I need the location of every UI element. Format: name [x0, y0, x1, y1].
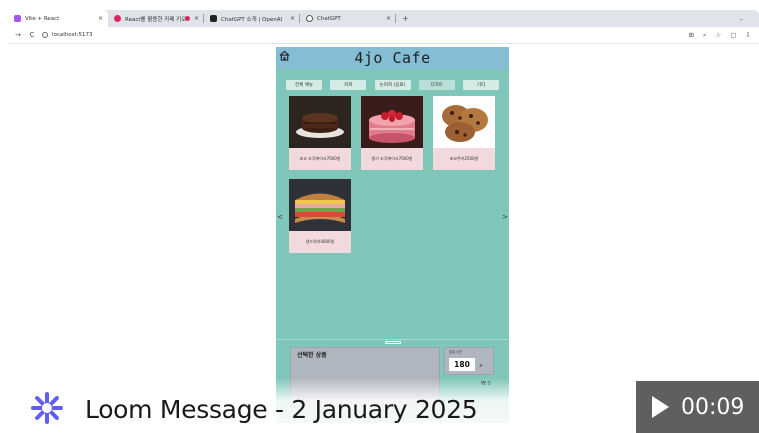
product-name: 샌드위치4800원 [305, 239, 335, 244]
star-icon[interactable]: ☆ [716, 31, 722, 40]
recording-icon [185, 16, 190, 21]
close-tab-icon[interactable]: × [98, 15, 103, 22]
tab-favicon-icon [114, 15, 121, 22]
chatgpt-favicon-icon [306, 15, 313, 22]
url-text: localhost:5173 [52, 32, 93, 38]
close-tab-icon[interactable]: × [290, 15, 295, 22]
chocolate-cookies-image [433, 96, 495, 148]
strawberry-cake-image [361, 96, 423, 148]
product-card[interactable]: 샌드위치4800원 [289, 179, 351, 253]
product-name: 딸기 조각케이크7000원 [371, 156, 413, 161]
minimize-button[interactable]: – [740, 15, 744, 23]
cart-title: 선택한 상품 [297, 352, 327, 359]
timer-value: 180 [449, 358, 475, 371]
tab-vite-react[interactable]: Vite + React × [8, 10, 108, 27]
tab-label: ChatGPT [317, 15, 341, 22]
category-tabs: 전체 메뉴 커피 논커피 (음료) 디저트 기타 [286, 80, 499, 90]
play-icon [652, 396, 669, 418]
translate-icon[interactable]: ⊞ [688, 31, 693, 40]
download-icon[interactable]: ⇩ [746, 31, 751, 40]
vite-favicon-icon [14, 15, 21, 22]
site-info-icon[interactable] [42, 32, 48, 38]
drawer-handle[interactable] [385, 341, 401, 344]
app-title: 4jo Cafe [354, 49, 431, 67]
browser-tab-bar: Vite + React × React를 활용한 카페 키오 × ChatGP… [8, 10, 759, 27]
divider [276, 339, 509, 340]
tab-label: Vite + React [25, 15, 60, 22]
sandwich-image [289, 179, 351, 231]
tab-chatgpt[interactable]: ChatGPT × [300, 10, 396, 27]
product-name: 초코쿠키2500원 [449, 156, 479, 161]
browser-toolbar: ⊞ ⌕ ☆ ▢ ⇩ [688, 31, 751, 40]
tab-separator [395, 14, 396, 23]
url-field[interactable]: localhost:5173 [42, 32, 93, 38]
product-name: 초코 조각케이크7000원 [299, 156, 341, 161]
zoom-icon[interactable]: ⌕ [703, 31, 707, 40]
video-duration: 00:09 [681, 394, 745, 420]
openai-favicon-icon [210, 15, 217, 22]
product-card[interactable]: 딸기 조각케이크7000원 [361, 96, 423, 170]
forward-icon[interactable]: → [14, 31, 22, 39]
timer-panel: 남은시간 180 초 [444, 347, 494, 375]
home-icon[interactable] [279, 50, 290, 61]
tab-non-coffee[interactable]: 논커피 (음료) [374, 80, 411, 90]
screen: Vite + React × React를 활용한 카페 키오 × ChatGP… [0, 0, 759, 433]
tab-label: ChatGPT 소개 | OpenAI [221, 16, 283, 23]
loom-video-title: Loom Message - 2 January 2025 [85, 395, 478, 424]
tab-label: React를 활용한 카페 키오 [125, 16, 187, 23]
chocolate-cake-image [289, 96, 351, 148]
play-button[interactable]: 00:09 [636, 381, 759, 433]
new-tab-button[interactable]: + [402, 14, 409, 23]
prev-page-button[interactable]: < [277, 213, 283, 221]
timer-unit: 초 [479, 363, 483, 368]
tab-etc[interactable]: 기타 [463, 80, 499, 90]
tab-dessert[interactable]: 디저트 [418, 80, 455, 90]
tab-chatgpt-openai[interactable]: ChatGPT 소개 | OpenAI × [204, 10, 300, 27]
tab-coffee[interactable]: 커피 [330, 80, 367, 90]
product-card[interactable]: 초코 조각케이크7000원 [289, 96, 351, 170]
extensions-icon[interactable]: ▢ [730, 31, 736, 40]
product-card[interactable]: 초코쿠키2500원 [433, 96, 495, 170]
timer-label: 남은시간 [449, 350, 462, 354]
tab-react-kiosk[interactable]: React를 활용한 카페 키오 × [108, 10, 204, 27]
loom-logo-icon [31, 392, 63, 424]
close-tab-icon[interactable]: × [194, 15, 199, 22]
reload-icon[interactable]: C [28, 31, 36, 39]
browser-address-bar: → C localhost:5173 ⊞ ⌕ ☆ ▢ ⇩ [8, 27, 759, 44]
kiosk-app: 4jo Cafe 전체 메뉴 커피 논커피 (음료) 디저트 기타 초코 조각케… [276, 47, 509, 423]
next-page-button[interactable]: > [502, 213, 508, 221]
close-tab-icon[interactable]: × [386, 15, 391, 22]
tab-all-menu[interactable]: 전체 메뉴 [286, 80, 322, 90]
app-header: 4jo Cafe [276, 47, 509, 69]
